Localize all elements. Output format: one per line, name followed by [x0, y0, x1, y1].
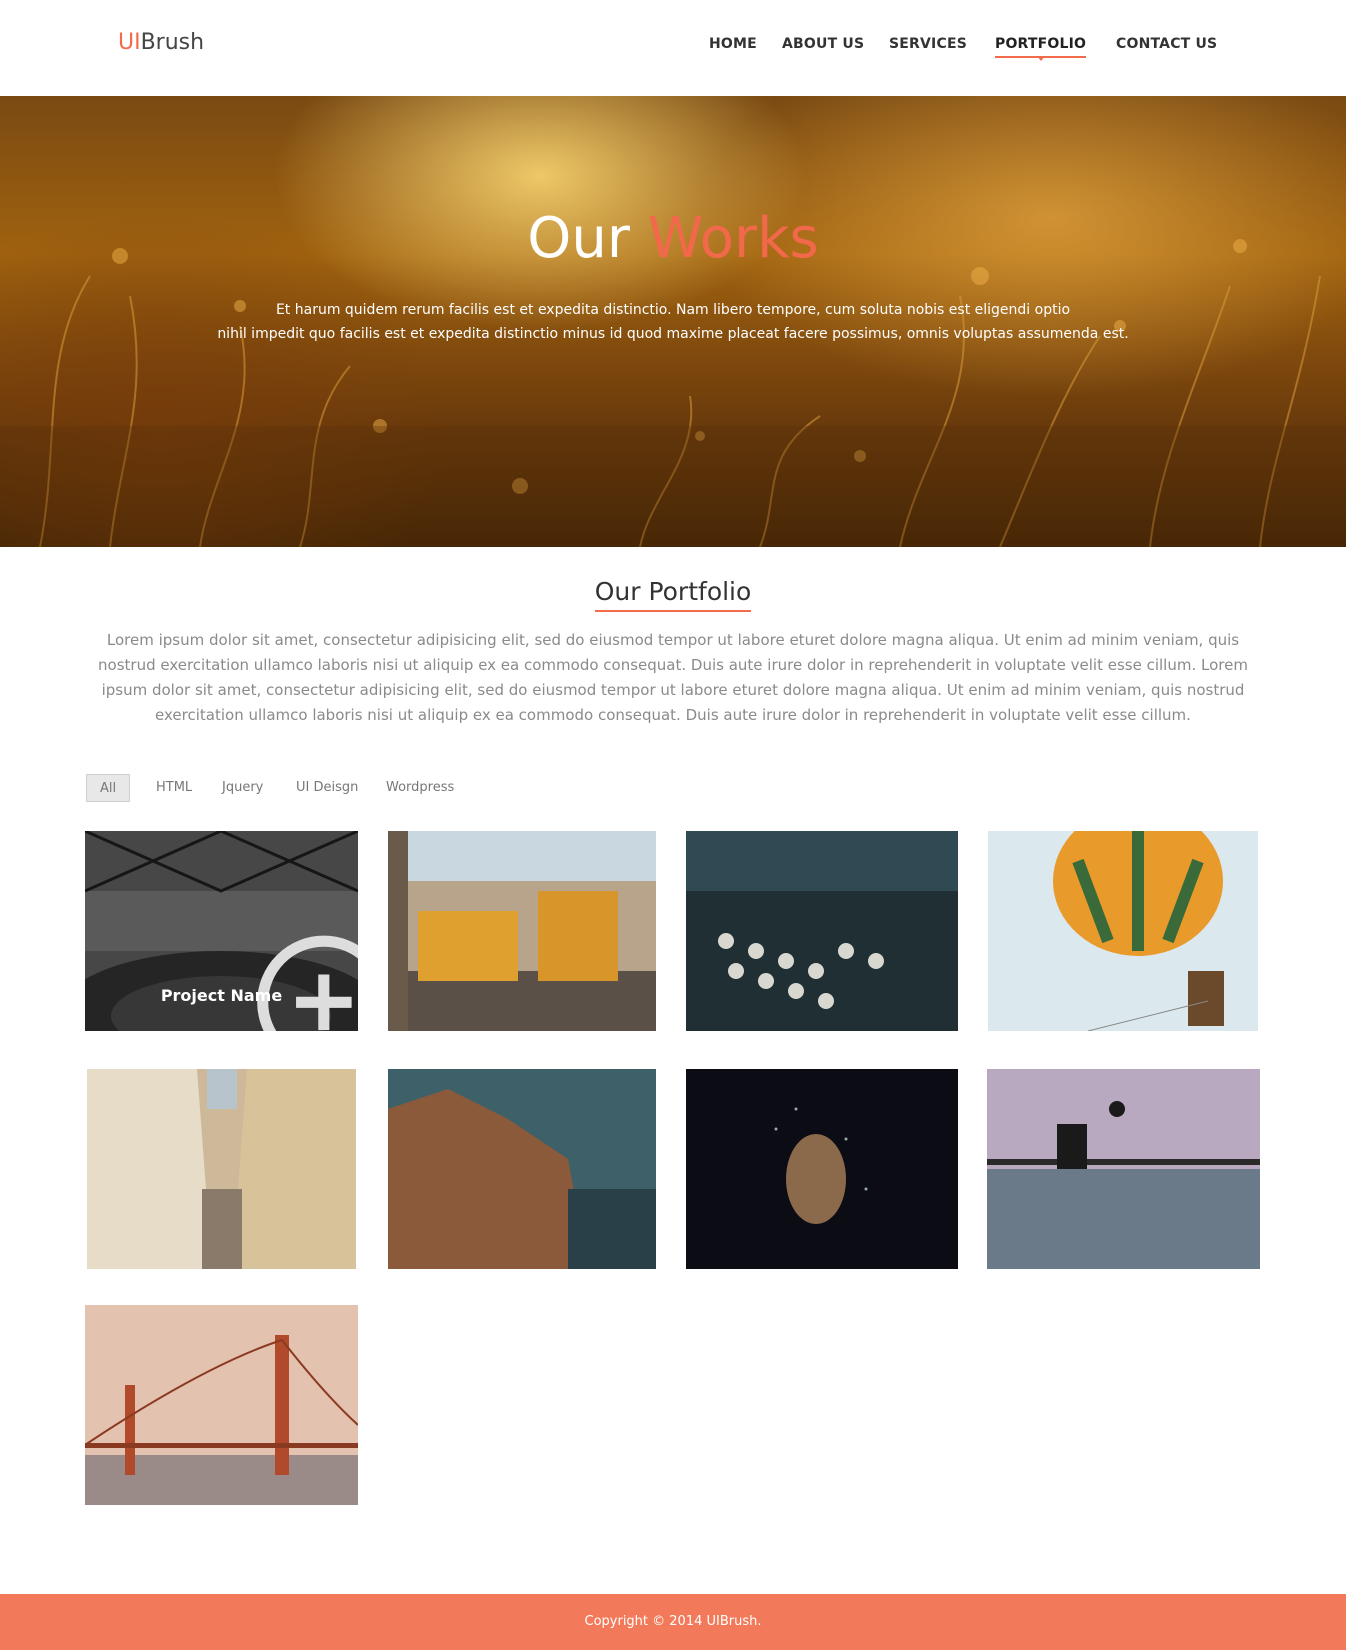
bridge-image [85, 1305, 358, 1505]
hero-description: Et harum quidem rerum facilis est et exp… [200, 298, 1146, 346]
filter-all[interactable]: All [86, 774, 131, 802]
hero-banner: Our Works Et harum quidem rerum facilis … [0, 96, 1346, 547]
portfolio-title-text: Our Portfolio [594, 577, 752, 612]
filter-ui-design[interactable]: UI Deisgn [296, 774, 358, 802]
balloon-image [988, 831, 1258, 1031]
nav-portfolio[interactable]: PORTFOLIO [995, 36, 1087, 61]
filter-wordpress[interactable]: Wordpress [386, 774, 454, 802]
portfolio-item-balloon[interactable] [988, 831, 1258, 1031]
site-footer: Copyright © 2014 UIBrush. [0, 1594, 1346, 1650]
dark-hand-image [686, 1069, 958, 1269]
trams-image [388, 831, 656, 1031]
hero-text-line-1: Et harum quidem rerum facilis est et exp… [275, 302, 1071, 318]
portfolio-item-typewriter[interactable] [686, 831, 958, 1031]
portfolio-item-trams[interactable] [388, 831, 656, 1031]
nav-services[interactable]: SERVICES [889, 36, 967, 52]
filter-html[interactable]: HTML [156, 774, 192, 802]
hero-text-line-2: nihil impedit quo facilis est et expedit… [217, 326, 1129, 342]
street-image [87, 1069, 356, 1269]
portfolio-description: Lorem ipsum dolor sit amet, consectetur … [98, 631, 1248, 724]
main-nav: HOME ABOUT US SERVICES PORTFOLIO CONTACT… [0, 36, 1346, 66]
nav-home[interactable]: HOME [709, 36, 757, 52]
hero-title-white: Our [527, 206, 648, 271]
portfolio-item-city-window[interactable]: Project Name [85, 831, 358, 1031]
active-caret-icon [1036, 56, 1045, 61]
nav-about[interactable]: ABOUT US [782, 36, 864, 52]
typewriter-image [686, 831, 958, 1031]
portfolio-item-lake-jump[interactable] [987, 1069, 1260, 1269]
portfolio-item-coast-town[interactable] [388, 1069, 656, 1269]
hero-title-accent: Works [647, 206, 819, 271]
coast-town-image [388, 1069, 656, 1269]
portfolio-title: Our Portfolio [0, 577, 1346, 612]
nav-portfolio-label: PORTFOLIO [995, 36, 1087, 52]
project-name-label: Project Name [160, 986, 283, 1005]
portfolio-item-bridge[interactable] [85, 1305, 358, 1505]
site-header: UIBrush HOME ABOUT US SERVICES PORTFOLIO… [0, 0, 1346, 96]
filter-jquery[interactable]: Jquery [222, 774, 263, 802]
portfolio-item-street[interactable] [87, 1069, 356, 1269]
portfolio-item-dark-hand[interactable] [686, 1069, 958, 1269]
zoom-in-icon[interactable] [204, 919, 359, 1031]
nav-contact[interactable]: CONTACT US [1116, 36, 1217, 52]
copyright-text: Copyright © 2014 UIBrush. [584, 1614, 762, 1629]
portfolio-filters: All HTML Jquery UI Deisgn Wordpress [0, 774, 1346, 802]
lake-jump-image [987, 1069, 1260, 1269]
hero-title: Our Works [0, 206, 1346, 271]
